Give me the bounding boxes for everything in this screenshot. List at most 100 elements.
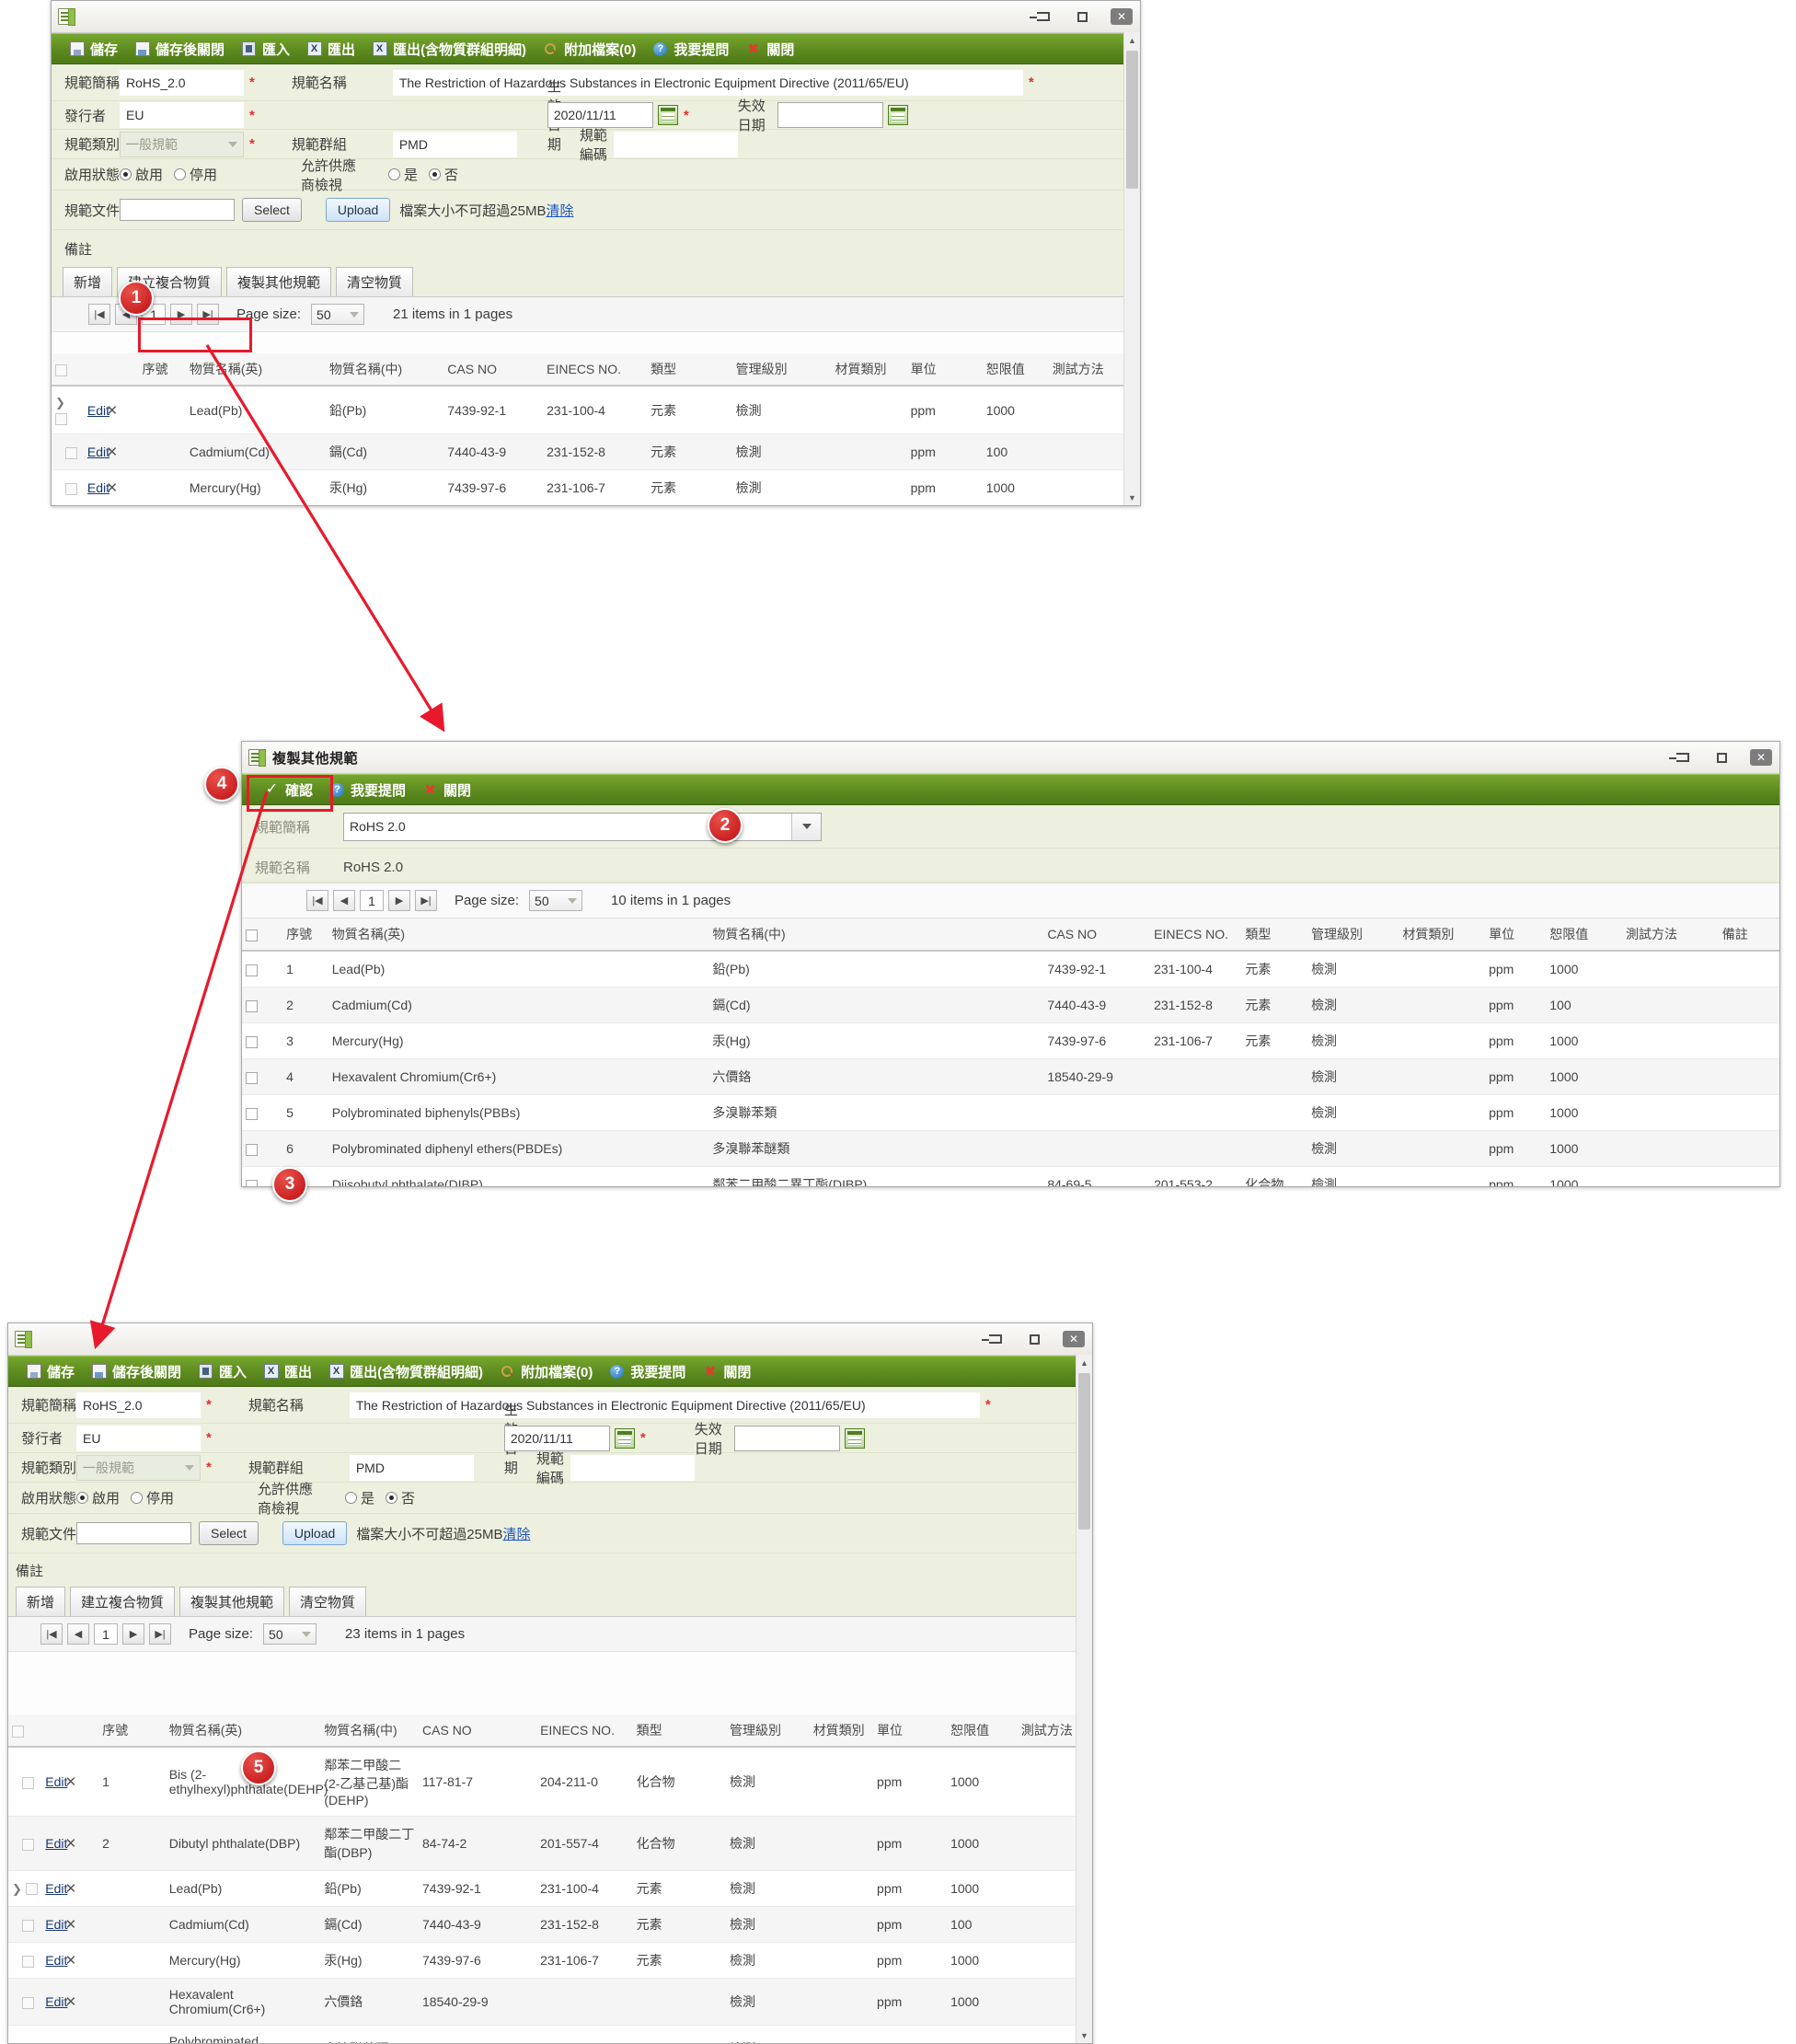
first-page-button[interactable]: |◀ (306, 890, 328, 911)
maximize-icon[interactable] (1072, 8, 1092, 25)
tab-copy-other-spec[interactable]: 複製其他規範 (226, 267, 332, 296)
row-delete-cell[interactable]: ✕ (61, 1906, 99, 1943)
toolbar-save[interactable]: 儲存 (17, 1362, 83, 1381)
chevron-down-icon[interactable] (791, 813, 821, 840)
toolbar-question[interactable]: ? 我要提問 (321, 780, 414, 800)
table-row[interactable]: 2 Cadmium(Cd) 鎘(Cd) 7440-43-9 231-152-8 元素 檢測 p… (242, 987, 1779, 1023)
row-checkbox[interactable] (22, 1919, 34, 1932)
select-all-checkbox[interactable] (55, 364, 67, 376)
spec-short-select[interactable]: RoHS 2.0 (343, 812, 822, 841)
last-page-button[interactable]: ▶| (149, 1623, 171, 1645)
scroll-down-icon[interactable]: ▼ (1076, 2027, 1092, 2043)
status-enabled-radio[interactable] (76, 1492, 88, 1504)
file-input[interactable] (120, 199, 235, 221)
row-select-cell[interactable] (52, 469, 84, 505)
delete-icon[interactable]: ✕ (106, 445, 118, 460)
current-page[interactable]: 1 (94, 1623, 118, 1645)
delete-icon[interactable]: ✕ (65, 1836, 77, 1852)
row-delete-cell[interactable]: ✕ (102, 433, 139, 470)
page-size-select[interactable]: 50 (263, 1623, 317, 1645)
table-row[interactable]: ❯ Edit ✕ Lead(Pb) 鉛(Pb) 7439-92-1 231-100-4 元素… (52, 386, 1124, 434)
supplier-yes-radio[interactable] (345, 1492, 358, 1504)
toolbar-question[interactable]: ? 我要提問 (601, 1362, 694, 1381)
select-button[interactable]: Select (242, 198, 302, 222)
row-checkbox[interactable] (246, 964, 258, 976)
row-checkbox[interactable] (55, 412, 67, 425)
table-row[interactable]: Edit ✕ 1 Bis (2-ethylhexyl)phthalate(DEHP) 鄰… (8, 1747, 1076, 1817)
row-checkbox[interactable] (65, 482, 77, 495)
select-all-checkbox[interactable] (246, 929, 258, 941)
toolbar-export-detail[interactable]: X 匯出(含物質群組明細) (320, 1362, 491, 1381)
tab-clear-substance[interactable]: 清空物質 (336, 267, 414, 296)
row-delete-cell[interactable]: ✕ (102, 386, 139, 434)
effective-date-input[interactable]: 2020/11/11 (503, 1425, 610, 1451)
row-checkbox[interactable] (22, 1996, 34, 2009)
first-page-button[interactable]: |◀ (40, 1623, 63, 1645)
close-icon[interactable]: ✕ (1750, 749, 1772, 766)
window3-titlebar[interactable]: ✕ (8, 1323, 1092, 1356)
row-edit-cell[interactable]: Edit (83, 433, 109, 470)
row-select-cell[interactable] (242, 1058, 283, 1095)
row-delete-cell[interactable]: ✕ (61, 2025, 99, 2043)
toolbar-attachment[interactable]: 附加檔案(0) (491, 1362, 601, 1381)
row-select-cell[interactable] (8, 1906, 42, 1943)
delete-icon[interactable]: ✕ (65, 1917, 77, 1933)
row-select-cell[interactable]: ❯ (52, 386, 84, 434)
restore-icon[interactable] (1669, 749, 1693, 766)
row-select-cell[interactable] (8, 1978, 42, 2026)
supplier-yes-radio[interactable] (388, 168, 401, 180)
scroll-up-icon[interactable]: ▲ (1124, 32, 1140, 48)
toolbar-question[interactable]: ? 我要提問 (644, 40, 737, 59)
expire-date-input[interactable] (733, 1425, 840, 1451)
expire-date-input[interactable] (777, 102, 883, 128)
tab-new[interactable]: 新增 (16, 1587, 66, 1616)
next-page-button[interactable]: ▶ (122, 1623, 144, 1645)
toolbar-import[interactable]: 匯入 (233, 40, 298, 59)
scroll-thumb[interactable] (1126, 51, 1138, 189)
issuer-input[interactable]: EU (120, 102, 244, 128)
select-all-checkbox[interactable] (12, 1725, 24, 1738)
tab-create-compound[interactable]: 建立複合物質 (70, 1587, 176, 1616)
status-disabled-radio[interactable] (174, 168, 187, 180)
spec-short-input[interactable]: RoHS_2.0 (76, 1392, 201, 1418)
row-checkbox[interactable] (25, 1883, 38, 1896)
scroll-down-icon[interactable]: ▼ (1124, 490, 1140, 505)
row-edit-cell[interactable]: Edit (83, 386, 109, 434)
group-input[interactable]: PMD (392, 131, 517, 157)
delete-icon[interactable]: ✕ (106, 403, 118, 419)
category-select[interactable]: 一般規範 (120, 131, 244, 157)
table-row[interactable]: ❯ Edit ✕ Lead(Pb) 鉛(Pb) 7439-92-1 231-100-4 元素… (8, 1870, 1076, 1907)
next-page-button[interactable]: ▶ (170, 304, 192, 325)
last-page-button[interactable]: ▶| (197, 304, 219, 325)
toolbar-save[interactable]: 儲存 (61, 40, 126, 59)
row-select-cell[interactable] (8, 1747, 42, 1817)
close-icon[interactable]: ✕ (1063, 1331, 1085, 1347)
row-select-cell[interactable] (242, 1022, 283, 1059)
toolbar-export[interactable]: X 匯出 (255, 1362, 320, 1381)
calendar-icon[interactable] (844, 1427, 865, 1449)
scroll-thumb[interactable] (1078, 1373, 1090, 1530)
clear-file-link[interactable]: 清除 (546, 201, 573, 220)
clear-file-link[interactable]: 清除 (502, 1524, 530, 1543)
row-delete-cell[interactable]: ✕ (61, 1942, 99, 1979)
prev-page-button[interactable]: ◀ (67, 1623, 89, 1645)
row-edit-cell[interactable]: Edit (41, 1942, 67, 1979)
page-size-select[interactable]: 50 (529, 890, 583, 911)
calendar-icon[interactable] (887, 105, 908, 125)
first-page-button[interactable]: |◀ (88, 304, 110, 325)
toolbar-save-close[interactable]: 儲存後關閉 (83, 1362, 190, 1381)
row-checkbox[interactable] (246, 999, 258, 1012)
code-input[interactable] (570, 1454, 695, 1481)
page-size-select[interactable]: 50 (311, 304, 365, 325)
code-input[interactable] (613, 131, 738, 157)
row-delete-cell[interactable]: ✕ (61, 1747, 99, 1817)
delete-icon[interactable]: ✕ (65, 1994, 77, 2010)
row-edit-cell[interactable]: Edit (83, 469, 109, 505)
row-select-cell[interactable] (52, 433, 84, 470)
delete-icon[interactable]: ✕ (65, 1953, 77, 1969)
toolbar-import[interactable]: 匯入 (190, 1362, 255, 1381)
last-page-button[interactable]: ▶| (415, 890, 437, 911)
row-checkbox[interactable] (246, 1071, 258, 1084)
row-checkbox[interactable] (246, 1107, 258, 1120)
row-checkbox[interactable] (246, 1143, 258, 1156)
